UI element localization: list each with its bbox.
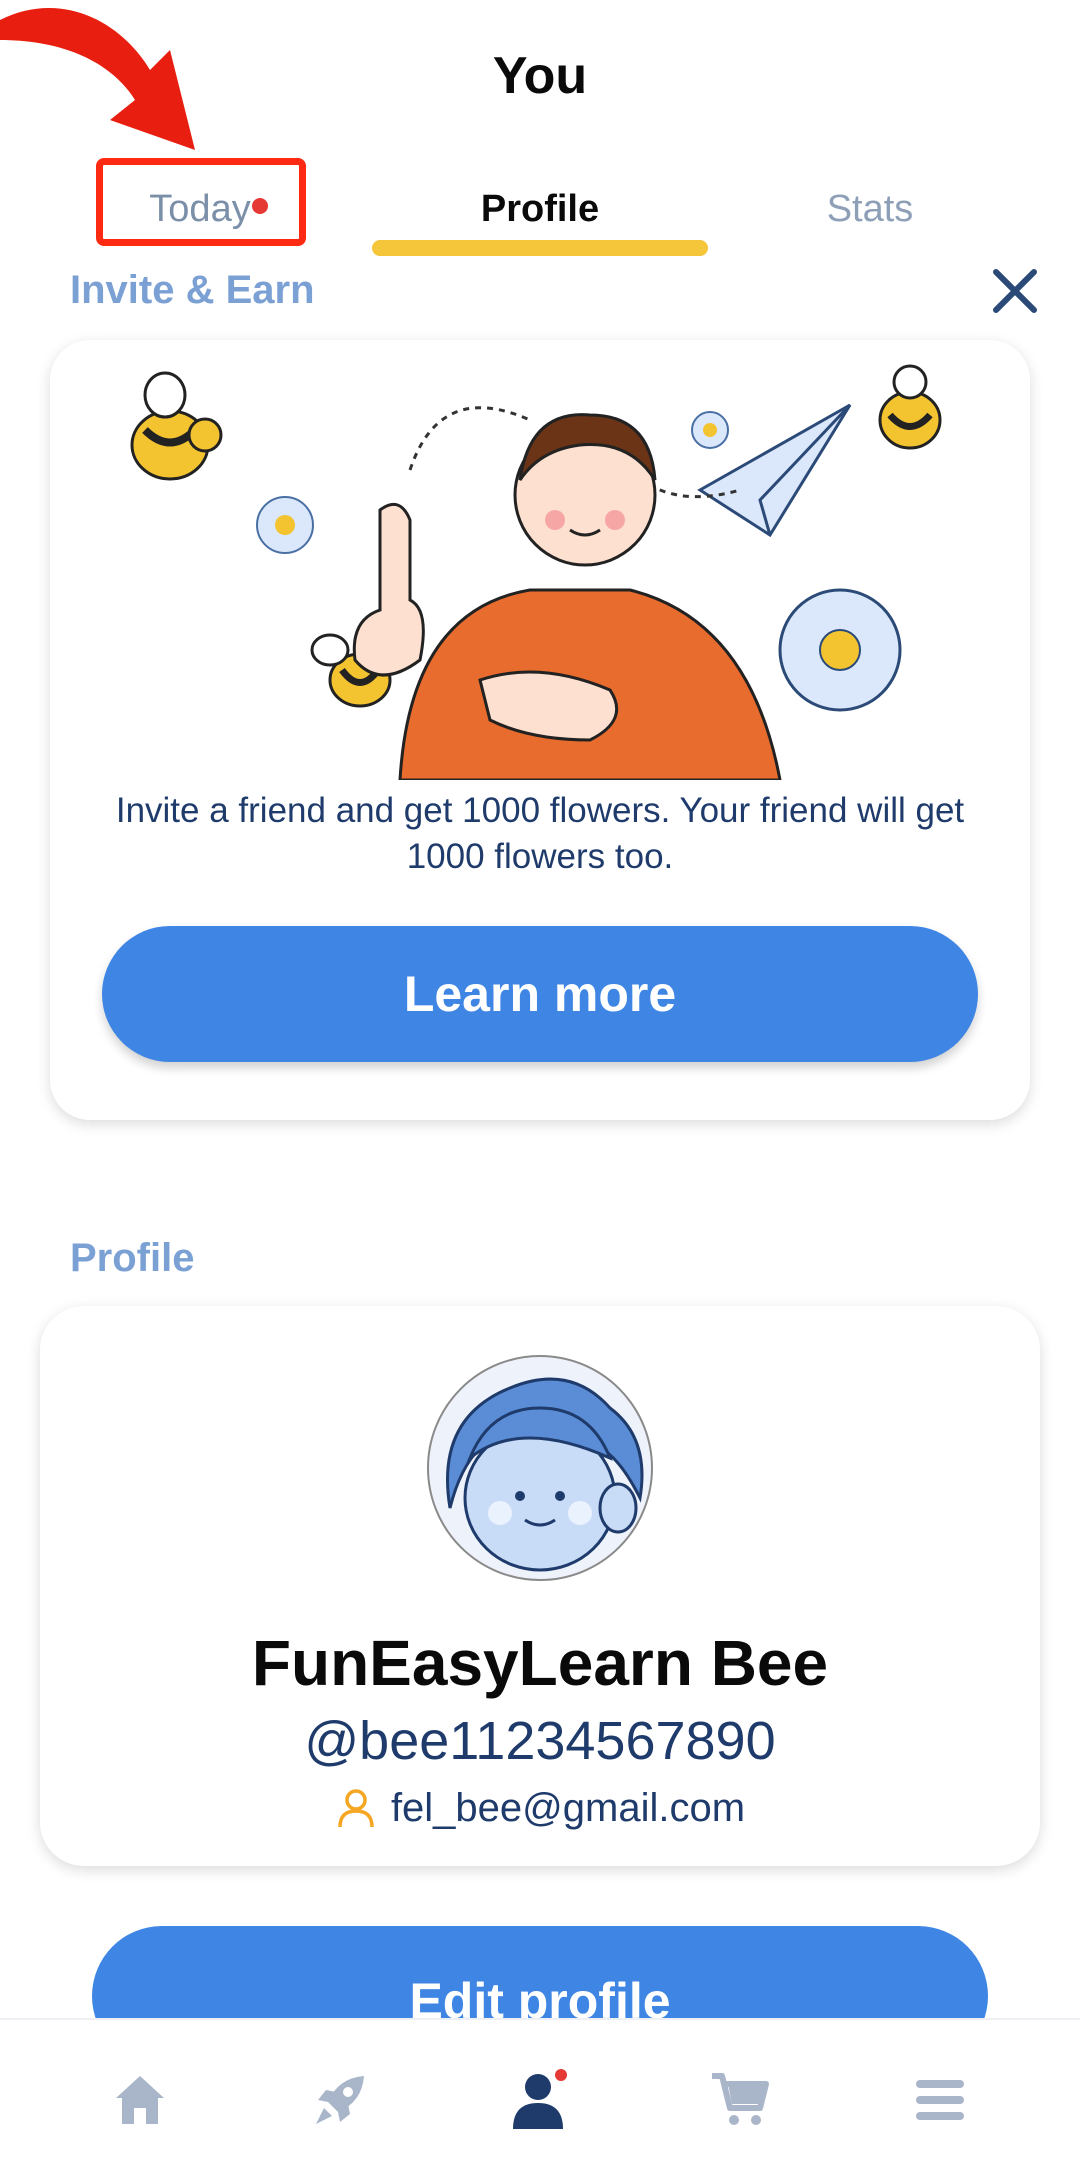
menu-icon [916, 2080, 964, 2120]
flower-icon [691, 411, 729, 449]
tab-profile[interactable]: Profile [372, 188, 708, 231]
nav-home[interactable] [100, 2060, 180, 2140]
notification-dot [252, 198, 268, 214]
username: @bee11234567890 [304, 1711, 776, 1771]
profile-section-label: Profile [70, 1236, 195, 1280]
avatar[interactable] [420, 1348, 660, 1588]
page-title: You [492, 47, 588, 105]
person-illustration [352, 413, 782, 780]
learn-more-button[interactable]: Learn more [102, 926, 978, 1062]
profile-card: FunEasyLearn Bee @bee11234567890 fel_bee… [40, 1306, 1040, 1866]
invite-card: Invite a friend and get 1000 flowers. Yo… [50, 340, 1030, 1120]
notification-dot [555, 2069, 567, 2081]
tab-stats[interactable]: Stats [770, 188, 970, 231]
bottom-navigation [0, 2018, 1080, 2180]
user-icon [338, 1789, 374, 1828]
display-name: FunEasyLearn Bee [251, 1627, 829, 1699]
tab-today[interactable]: Today [100, 188, 300, 231]
close-icon[interactable] [986, 262, 1044, 320]
email-row: fel_bee@gmail.com [40, 1786, 1040, 1831]
active-tab-indicator [372, 240, 708, 256]
invite-section-label: Invite & Earn [70, 268, 315, 312]
nav-menu[interactable] [900, 2060, 980, 2140]
flower-icon [778, 588, 902, 712]
invite-illustration [130, 364, 942, 780]
rocket-icon [316, 2076, 364, 2124]
nav-profile[interactable] [500, 2060, 580, 2140]
profile-icon [513, 2069, 567, 2129]
flower-icon [256, 496, 314, 554]
bee-icon [130, 371, 223, 481]
cart-icon [712, 2073, 769, 2125]
email-text: fel_bee@gmail.com [390, 1786, 746, 1830]
bee-icon [878, 364, 942, 450]
home-icon [116, 2076, 164, 2124]
nav-cart[interactable] [700, 2060, 780, 2140]
nav-rocket[interactable] [300, 2060, 380, 2140]
invite-description: Invite a friend and get 1000 flowers. Yo… [115, 791, 965, 876]
tab-today-label: Today [149, 188, 251, 230]
